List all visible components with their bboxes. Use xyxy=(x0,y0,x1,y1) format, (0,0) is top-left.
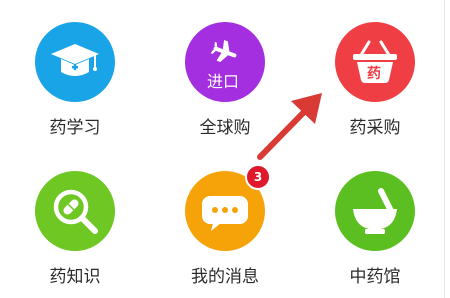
grid-item-knowledge[interactable]: 药知识 xyxy=(0,149,150,298)
mortar-icon xyxy=(335,171,415,251)
grid-item-label: 药知识 xyxy=(49,267,101,287)
import-text: 进口 xyxy=(207,72,240,91)
grid-item-label: 我的消息 xyxy=(191,267,259,287)
shopping-basket-icon: 药 xyxy=(335,22,415,102)
grid-item-label: 药采购 xyxy=(349,118,401,138)
grid-item-label: 全球购 xyxy=(199,118,251,138)
grid-item-messages[interactable]: 我的消息 xyxy=(150,149,300,298)
grid-item-label: 中药馆 xyxy=(349,267,401,287)
grid-item-chinese-medicine[interactable]: 中药馆 xyxy=(300,149,450,298)
graduation-cap-icon xyxy=(35,22,115,102)
message-count-badge: 3 xyxy=(245,164,271,190)
medicine-char: 药 xyxy=(367,66,381,82)
grid-item-label: 药学习 xyxy=(49,118,101,138)
grid-item-global-shopping[interactable]: 进口 全球购 xyxy=(150,0,300,149)
airplane-icon: 进口 xyxy=(185,22,265,102)
grid-item-learning[interactable]: 药学习 xyxy=(0,0,150,149)
grid-item-purchase[interactable]: 药 药采购 xyxy=(300,0,450,149)
divider xyxy=(444,0,445,298)
magnifier-pill-icon xyxy=(35,171,115,251)
